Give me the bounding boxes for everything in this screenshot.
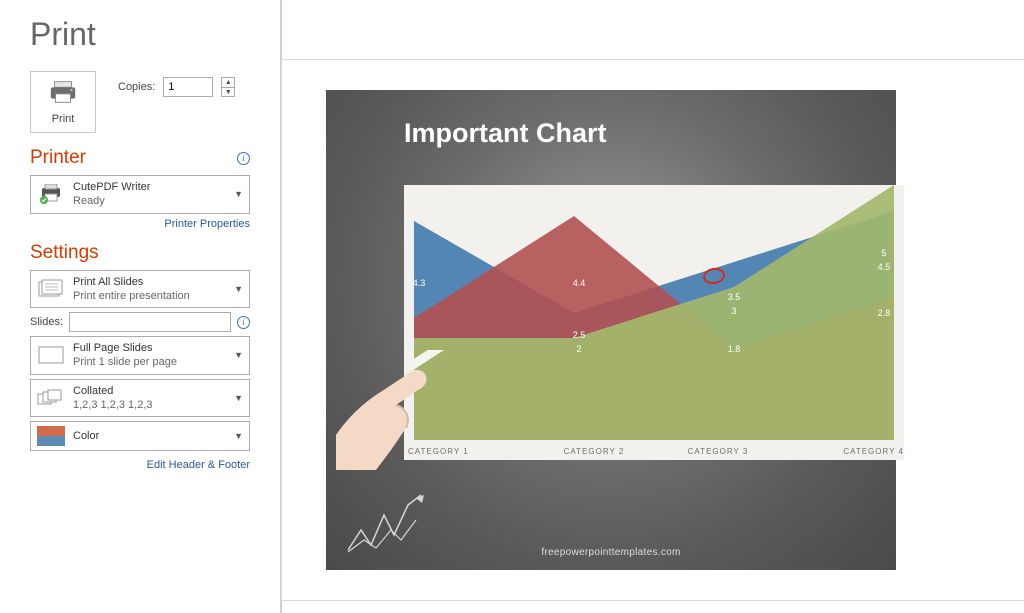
copies-input[interactable] [163, 77, 213, 97]
layout-dropdown[interactable]: Full Page Slides Print 1 slide per page … [30, 336, 250, 375]
copies-label: Copies: [118, 81, 155, 93]
chevron-down-icon: ▼ [234, 284, 243, 294]
printer-device-icon [37, 184, 65, 204]
slides-label: Slides: [30, 316, 63, 328]
chevron-down-icon: ▼ [234, 189, 243, 199]
slides-input[interactable] [69, 312, 231, 332]
slide-layout-icon [37, 346, 65, 364]
chevron-down-icon: ▼ [234, 350, 243, 360]
printer-properties-link[interactable]: Printer Properties [30, 218, 250, 230]
info-icon[interactable]: i [237, 316, 250, 329]
print-sidebar: Print Print Copies: ▲ ▼ Printer i [0, 0, 280, 613]
slide-url: freepowerpointtemplates.com [326, 547, 896, 558]
chevron-down-icon: ▼ [234, 393, 243, 403]
print-what-dropdown[interactable]: Print All Slides Print entire presentati… [30, 270, 250, 309]
slide-preview: Important Chart 4.3 4.4 2.5 2 3.5 3 [326, 90, 896, 570]
chart-title: Important Chart [326, 90, 896, 149]
color-dropdown[interactable]: Color ▼ [30, 421, 250, 451]
printer-name: CutePDF Writer [73, 180, 226, 194]
hand-pointing-image [336, 350, 456, 470]
printer-heading: Printer [30, 147, 86, 169]
edit-header-footer-link[interactable]: Edit Header & Footer [30, 459, 250, 471]
chart-x-labels: CATEGORY 1 CATEGORY 2 CATEGORY 3 CATEGOR… [404, 447, 904, 456]
print-button-label: Print [52, 113, 75, 125]
printer-icon [48, 80, 78, 109]
chevron-down-icon: ▼ [234, 431, 243, 441]
printer-status: Ready [73, 194, 226, 208]
info-icon[interactable]: i [237, 152, 250, 165]
color-swatch-icon [37, 426, 65, 446]
chart: 4.3 4.4 2.5 2 3.5 3 1.8 5 4.5 2.8 CATEGO… [404, 185, 904, 460]
copies-up[interactable]: ▲ [221, 77, 235, 87]
slides-stack-icon [37, 279, 65, 299]
settings-heading: Settings [30, 242, 99, 264]
print-button[interactable]: Print [30, 71, 96, 133]
copies-down[interactable]: ▼ [221, 87, 235, 97]
print-preview-area: Important Chart 4.3 4.4 2.5 2 3.5 3 [280, 0, 1024, 613]
page-title: Print [30, 16, 250, 53]
collate-dropdown[interactable]: Collated 1,2,3 1,2,3 1,2,3 ▼ [30, 379, 250, 418]
collate-icon [37, 389, 65, 407]
printer-dropdown[interactable]: CutePDF Writer Ready ▼ [30, 175, 250, 214]
